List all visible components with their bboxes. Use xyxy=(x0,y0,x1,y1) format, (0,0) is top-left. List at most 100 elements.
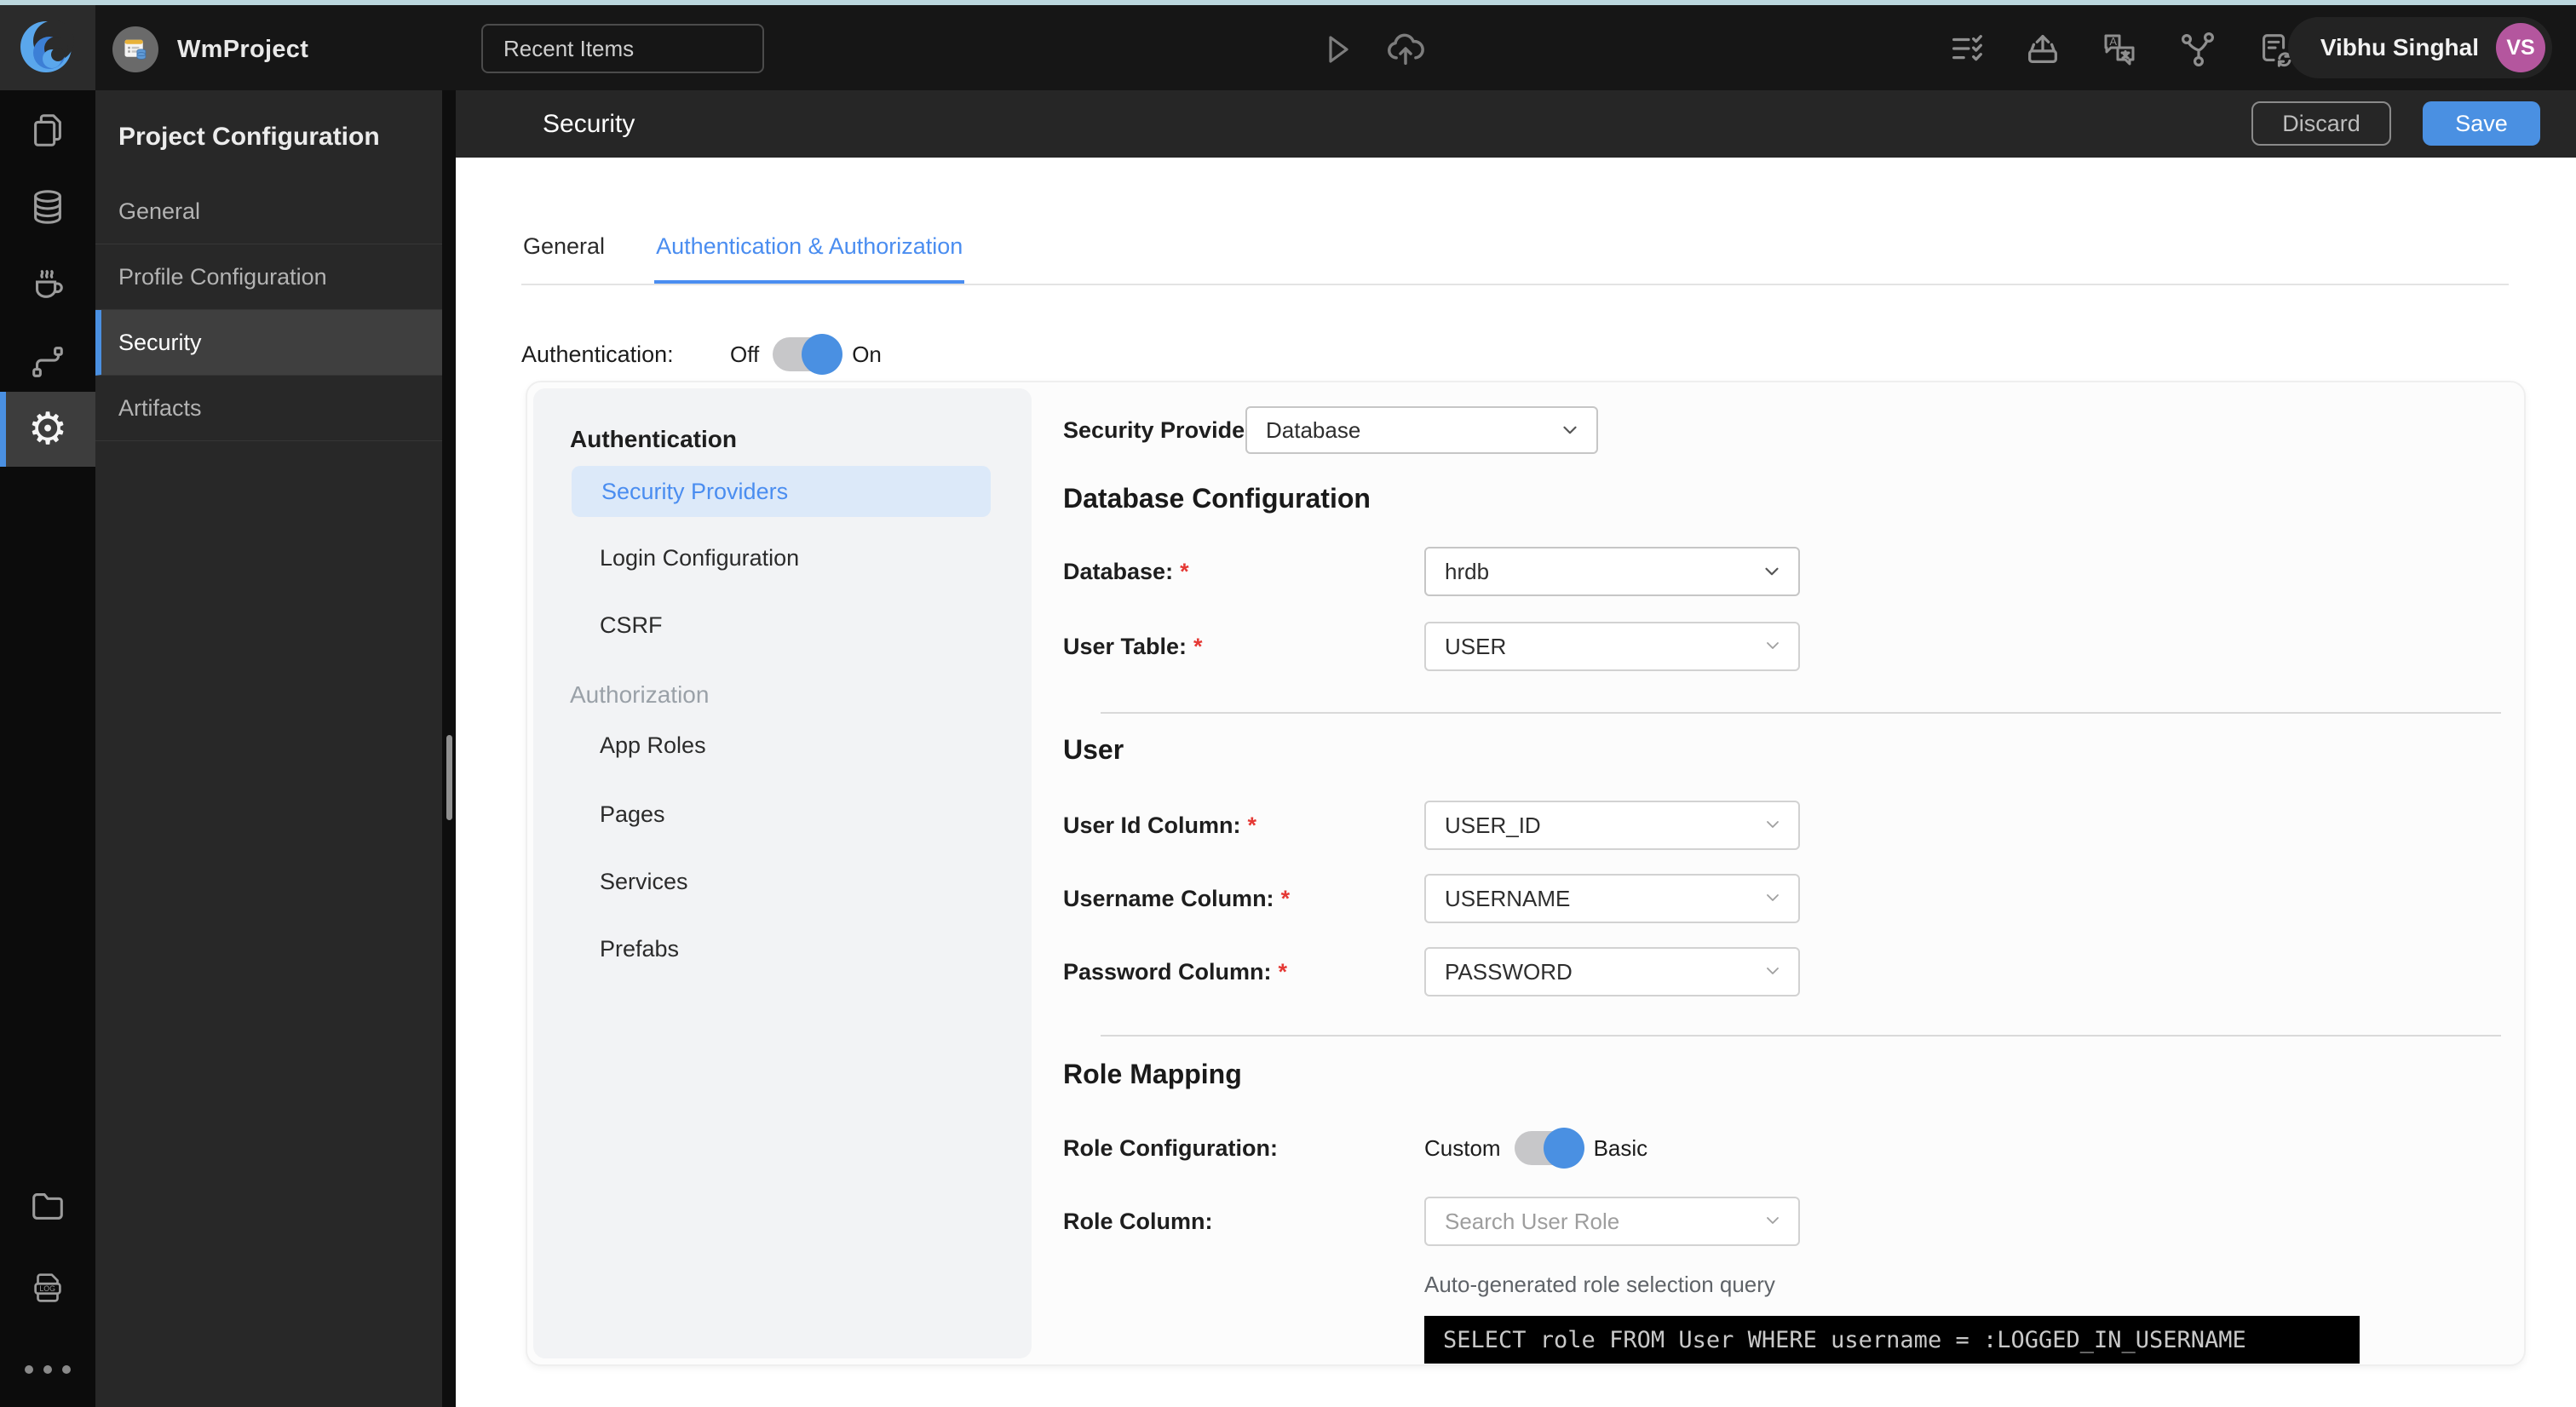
security-settings-card: Authentication Security Providers Login … xyxy=(526,381,2526,1366)
panel-title: Project Configuration xyxy=(118,123,380,151)
username-column-label: Username Column: * xyxy=(1063,886,1291,911)
toggle-off-label: Off xyxy=(730,341,760,367)
git-branch-icon xyxy=(2181,32,2214,66)
toggle-knob xyxy=(1543,1128,1584,1169)
password-column-select[interactable]: PASSWORD xyxy=(1424,947,1800,996)
role-configuration-toggle-row: Custom Basic xyxy=(1424,1128,1647,1169)
tab-general[interactable]: General xyxy=(521,227,607,284)
play-icon xyxy=(1329,36,1348,63)
sidebar-item-pages[interactable] xyxy=(0,105,95,156)
checklist-icon xyxy=(1952,35,1982,61)
cloud-upload-icon xyxy=(1388,33,1424,66)
language-icon: A xyxy=(2104,34,2135,66)
database-value: hrdb xyxy=(1445,558,1490,584)
chevron-down-icon xyxy=(1762,887,1783,914)
user-table-select[interactable]: USER xyxy=(1424,622,1800,671)
section-divider xyxy=(1101,712,2501,714)
app-window: WmProject Recent Items A Vibhu Singhal V… xyxy=(0,0,2576,1407)
svg-text:A: A xyxy=(2109,35,2117,48)
user-name: Vibhu Singhal xyxy=(2320,34,2479,60)
password-column-value: PASSWORD xyxy=(1445,958,1573,985)
role-selection-query: SELECT role FROM User WHERE username = :… xyxy=(1424,1316,2360,1364)
localization-button[interactable]: A xyxy=(2099,29,2140,70)
discard-button[interactable]: Discard xyxy=(2251,101,2391,146)
wave-logo-icon xyxy=(20,20,74,72)
panel-scroll-track xyxy=(442,90,456,1407)
wavemaker-logo[interactable] xyxy=(0,5,95,90)
username-column-select[interactable]: USERNAME xyxy=(1424,874,1800,923)
sidebar-item-more[interactable] xyxy=(0,1344,95,1395)
topbar: WmProject Recent Items A Vibhu Singhal V… xyxy=(0,5,2576,90)
database-icon xyxy=(34,190,61,224)
chevron-down-icon xyxy=(1761,560,1783,589)
role-configuration-label: Role Configuration: xyxy=(1063,1135,1278,1161)
user-avatar: VS xyxy=(2496,23,2545,72)
sidebar-item-settings[interactable]: ⚙ xyxy=(0,404,95,455)
query-caption: Auto-generated role selection query xyxy=(1424,1272,1775,1297)
role-column-label: Role Column: xyxy=(1063,1209,1213,1234)
role-custom-label: Custom xyxy=(1424,1134,1501,1161)
user-menu[interactable]: Vibhu Singhal VS xyxy=(2287,17,2552,78)
save-button[interactable]: Save xyxy=(2423,101,2540,146)
run-button[interactable] xyxy=(1316,28,1357,69)
tab-authentication-authorization[interactable]: Authentication & Authorization xyxy=(654,227,965,284)
role-basic-label: Basic xyxy=(1593,1134,1648,1161)
nav-item-profile-configuration[interactable]: Profile Configuration xyxy=(95,244,442,310)
chevron-down-icon xyxy=(1762,814,1783,841)
user-section-heading: User xyxy=(1063,734,1124,765)
username-column-value: USERNAME xyxy=(1445,885,1571,911)
main-sidebar: ⚙ LOG xyxy=(0,90,95,1407)
chevron-down-icon xyxy=(1559,419,1581,447)
export-button[interactable] xyxy=(2023,30,2062,69)
tab-bar: General Authentication & Authorization xyxy=(521,227,965,284)
sidebar-item-database[interactable] xyxy=(0,181,95,233)
project-avatar-icon xyxy=(112,26,158,72)
chevron-down-icon xyxy=(1762,961,1783,987)
panel-scroll-thumb[interactable] xyxy=(446,735,452,820)
security-provider-select[interactable]: Database xyxy=(1245,406,1598,454)
authentication-toggle-row: Authentication: Off On xyxy=(521,330,882,378)
role-column-select[interactable]: Search User Role xyxy=(1424,1197,1800,1246)
version-control-button[interactable] xyxy=(2177,29,2218,70)
user-id-column-select[interactable]: USER_ID xyxy=(1424,801,1800,850)
deploy-button[interactable] xyxy=(1383,26,1428,71)
sidebar-item-apis[interactable] xyxy=(0,336,95,388)
tab-divider xyxy=(521,284,2509,285)
role-mapping-heading: Role Mapping xyxy=(1063,1059,1242,1089)
apis-icon xyxy=(32,347,63,377)
sidebar-item-logs[interactable]: LOG xyxy=(0,1263,95,1314)
page-header: Security Discard Save xyxy=(456,90,2576,158)
folder-icon xyxy=(32,1193,63,1220)
project-name: WmProject xyxy=(177,35,309,63)
section-divider xyxy=(1101,1035,2501,1037)
nav-item-general[interactable]: General xyxy=(95,179,442,244)
sidebar-item-java-services[interactable] xyxy=(0,258,95,309)
user-table-label: User Table: * xyxy=(1063,634,1203,659)
content-area: Security Discard Save General Authentica… xyxy=(456,90,2576,1407)
role-configuration-toggle[interactable] xyxy=(1514,1128,1584,1169)
toggle-knob xyxy=(802,334,843,375)
project-chip[interactable]: WmProject xyxy=(112,26,308,73)
toggle-on-label: On xyxy=(852,341,882,367)
svg-text:LOG: LOG xyxy=(39,1284,55,1293)
database-configuration-heading: Database Configuration xyxy=(1063,483,1371,514)
sidebar-item-files[interactable] xyxy=(0,1180,95,1232)
more-icon xyxy=(25,1365,71,1374)
nav-item-security[interactable]: Security xyxy=(95,310,442,376)
settings-gear-icon: ⚙ xyxy=(27,404,68,455)
security-provider-form: Security Provider Database Database Conf… xyxy=(527,382,2527,1368)
security-provider-value: Database xyxy=(1266,416,1361,443)
database-select[interactable]: hrdb xyxy=(1424,547,1800,596)
authentication-toggle[interactable] xyxy=(773,334,843,375)
log-file-icon: LOG xyxy=(34,1273,61,1302)
user-id-column-label: User Id Column: * xyxy=(1063,813,1257,838)
recent-items-input[interactable]: Recent Items xyxy=(481,24,764,73)
chevron-down-icon xyxy=(1762,635,1783,662)
nav-item-artifacts[interactable]: Artifacts xyxy=(95,376,442,441)
user-table-value: USER xyxy=(1445,633,1507,659)
tasks-button[interactable] xyxy=(1947,30,1987,69)
user-id-column-value: USER_ID xyxy=(1445,812,1541,838)
role-column-placeholder: Search User Role xyxy=(1445,1208,1620,1234)
project-config-panel: Project Configuration General Profile Co… xyxy=(95,90,442,1407)
java-coffee-icon xyxy=(36,270,63,298)
